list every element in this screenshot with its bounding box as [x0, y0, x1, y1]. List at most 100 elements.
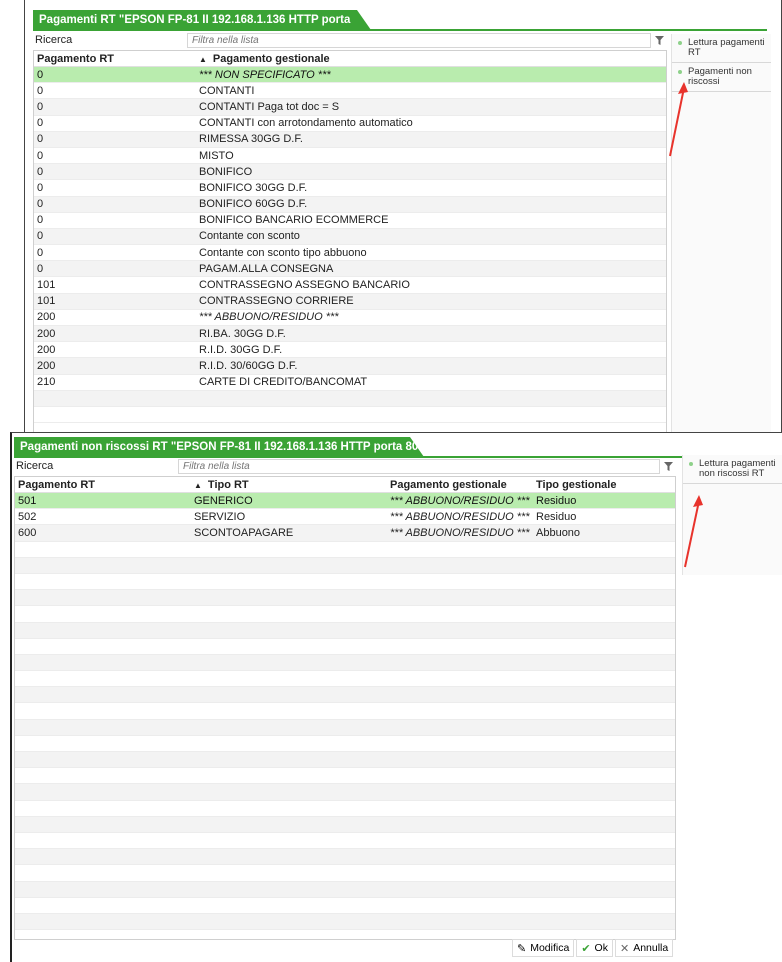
table-row: [15, 768, 675, 785]
check-icon: ✔: [581, 942, 591, 955]
table-cell: Contante con sconto tipo abbuono: [199, 246, 367, 259]
table-row: [15, 752, 675, 769]
table-cell: 101: [37, 279, 56, 292]
table-cell: 210: [37, 376, 56, 389]
table-row[interactable]: 502 SERVIZIO *** ABBUONO/RESIDUO *** Residu…: [15, 509, 675, 526]
table-row[interactable]: 0 Contante con sconto tipo abbuono: [34, 245, 666, 262]
window-title-tab: Pagamenti RT "EPSON FP-81 II 192.168.1.1…: [33, 10, 371, 30]
table-row[interactable]: 0 BONIFICO 60GG D.F.: [34, 196, 666, 213]
button-label: Annulla: [633, 942, 669, 954]
column-header-pagamento-rt[interactable]: Pagamento RT: [34, 53, 196, 65]
sidebar-item-lettura-pagamenti[interactable]: Lettura pagamenti RT: [672, 34, 771, 63]
table-row[interactable]: 501 GENERICO *** ABBUONO/RESIDUO *** Residu…: [15, 493, 675, 510]
table-row[interactable]: 200 R.I.D. 30/60GG D.F.: [34, 358, 666, 375]
table-row: [15, 784, 675, 801]
action-buttons: ✎ Modifica ✔ Ok ✕ Annulla: [512, 939, 674, 957]
table-cell: BONIFICO: [199, 165, 253, 178]
table-cell: Abbuono: [536, 526, 581, 539]
table-row: [15, 606, 675, 623]
column-header-tipo-rt[interactable]: ▲ Tipo RT: [191, 479, 387, 491]
search-input[interactable]: [178, 458, 660, 474]
annulla-button[interactable]: ✕ Annulla: [614, 939, 674, 957]
table-row: [15, 816, 675, 833]
table-row[interactable]: 0 PAGAM.ALLA CONSEGNA: [34, 261, 666, 278]
close-icon: ✕: [619, 942, 630, 955]
table-cell: 200: [37, 327, 56, 340]
table-cell: 0: [37, 230, 44, 243]
table-row[interactable]: 210 CARTE DI CREDITO/BANCOMAT: [34, 375, 666, 391]
table-row: [15, 654, 675, 672]
table-body: 501 GENERICO *** ABBUONO/RESIDUO *** Residu…: [15, 493, 675, 931]
table-cell: 0: [37, 100, 44, 113]
search-label: Ricerca: [16, 460, 54, 472]
search-input[interactable]: [187, 32, 651, 48]
filter-icon[interactable]: [651, 33, 667, 48]
table-cell: 0: [37, 149, 44, 162]
table-cell: CARTE DI CREDITO/BANCOMAT: [199, 376, 368, 389]
table-row[interactable]: 600 SCONTOAPAGARE *** ABBUONO/RESIDUO *** A…: [15, 525, 675, 542]
table-cell: PAGAM.ALLA CONSEGNA: [199, 262, 334, 275]
table-row[interactable]: 101 CONTRASSEGNO ASSEGNO BANCARIO: [34, 277, 666, 294]
table-row[interactable]: 0 BONIFICO: [34, 164, 666, 181]
table-row[interactable]: 0 MISTO: [34, 148, 666, 165]
table-cell: 0: [37, 117, 44, 130]
table-row: [15, 849, 675, 866]
table-cell: CONTRASSEGNO ASSEGNO BANCARIO: [199, 279, 410, 292]
table-row: [15, 736, 675, 752]
table-row: [15, 865, 675, 882]
sort-ascending-icon: ▲: [194, 480, 202, 490]
table-cell: RIMESSA 30GG D.F.: [199, 133, 303, 146]
table-header: Pagamento RT ▲ Tipo RT Pagamento gestiona…: [15, 477, 675, 493]
sidebar-item-label: Lettura pagamenti RT: [688, 37, 765, 58]
table-row[interactable]: 200 R.I.D. 30GG D.F.: [34, 342, 666, 359]
table-cell: 502: [18, 510, 37, 523]
table-row[interactable]: 0 Contante con sconto: [34, 228, 666, 246]
table-cell: BONIFICO 30GG D.F.: [199, 181, 308, 194]
sidebar-item-label: Lettura pagamenti non riscossi RT: [699, 458, 776, 479]
table-row[interactable]: 0 CONTANTI Paga tot doc = S: [34, 99, 666, 116]
table-cell: 600: [18, 526, 37, 539]
unpaid-payments-table: Pagamento RT ▲ Tipo RT Pagamento gestiona…: [14, 476, 676, 940]
payments-rt-window: Pagamenti RT "EPSON FP-81 II 192.168.1.1…: [24, 0, 782, 436]
table-cell: BONIFICO BANCARIO ECOMMERCE: [199, 214, 389, 227]
table-row: [15, 898, 675, 914]
table-cell: 0: [37, 165, 44, 178]
table-cell: R.I.D. 30GG D.F.: [199, 343, 283, 356]
red-arrow-annotation-1: [669, 82, 688, 157]
bullet-icon: [689, 462, 693, 466]
table-cell: 101: [37, 295, 56, 308]
table-cell: *** ABBUONO/RESIDUO ***: [390, 494, 530, 507]
table-row[interactable]: 101 CONTRASSEGNO CORRIERE: [34, 293, 666, 310]
table-cell: 0: [37, 133, 44, 146]
table-cell: BONIFICO 60GG D.F.: [199, 198, 308, 211]
table-row[interactable]: 0 CONTANTI con arrotondamento automatico: [34, 116, 666, 132]
table-body: 0 *** NON SPECIFICATO *** 0 CONTANTI 0 CONTAN…: [34, 67, 666, 424]
ok-button[interactable]: ✔ Ok: [576, 939, 613, 957]
sidebar-item-label: Pagamenti non riscossi: [688, 66, 752, 87]
table-cell: *** NON SPECIFICATO ***: [199, 68, 331, 81]
table-row: [15, 719, 675, 736]
table-cell: CONTANTI: [199, 84, 255, 97]
table-cell: 200: [37, 343, 56, 356]
table-cell: CONTANTI Paga tot doc = S: [199, 100, 340, 113]
unpaid-payments-rt-window: Pagamenti non riscossi RT "EPSON FP-81 I…: [10, 432, 782, 962]
filter-icon[interactable]: [660, 459, 676, 474]
table-cell: *** ABBUONO/RESIDUO ***: [390, 510, 530, 523]
modifica-button[interactable]: ✎ Modifica: [512, 939, 575, 957]
column-header-pagamento-gestionale[interactable]: ▲ Pagamento gestionale: [196, 53, 656, 65]
table-row[interactable]: 0 RIMESSA 30GG D.F.: [34, 131, 666, 148]
column-header-tipo-gestionale[interactable]: Tipo gestionale: [533, 479, 663, 491]
table-row[interactable]: 0 BONIFICO BANCARIO ECOMMERCE: [34, 213, 666, 229]
table-row[interactable]: 200 *** ABBUONO/RESIDUO ***: [34, 310, 666, 326]
column-header-pagamento-gestionale[interactable]: Pagamento gestionale: [387, 479, 533, 491]
table-row[interactable]: 0 *** NON SPECIFICATO ***: [34, 67, 666, 84]
table-row: [34, 390, 666, 407]
sort-ascending-icon: ▲: [199, 54, 207, 64]
sidebar-item-lettura-non-riscossi[interactable]: Lettura pagamenti non riscossi RT: [683, 455, 782, 484]
table-row: [15, 913, 675, 931]
table-row[interactable]: 200 RI.BA. 30GG D.F.: [34, 326, 666, 343]
table-cell: 0: [37, 181, 44, 194]
table-row[interactable]: 0 BONIFICO 30GG D.F.: [34, 180, 666, 197]
table-row[interactable]: 0 CONTANTI: [34, 83, 666, 100]
column-header-pagamento-rt[interactable]: Pagamento RT: [15, 479, 191, 491]
